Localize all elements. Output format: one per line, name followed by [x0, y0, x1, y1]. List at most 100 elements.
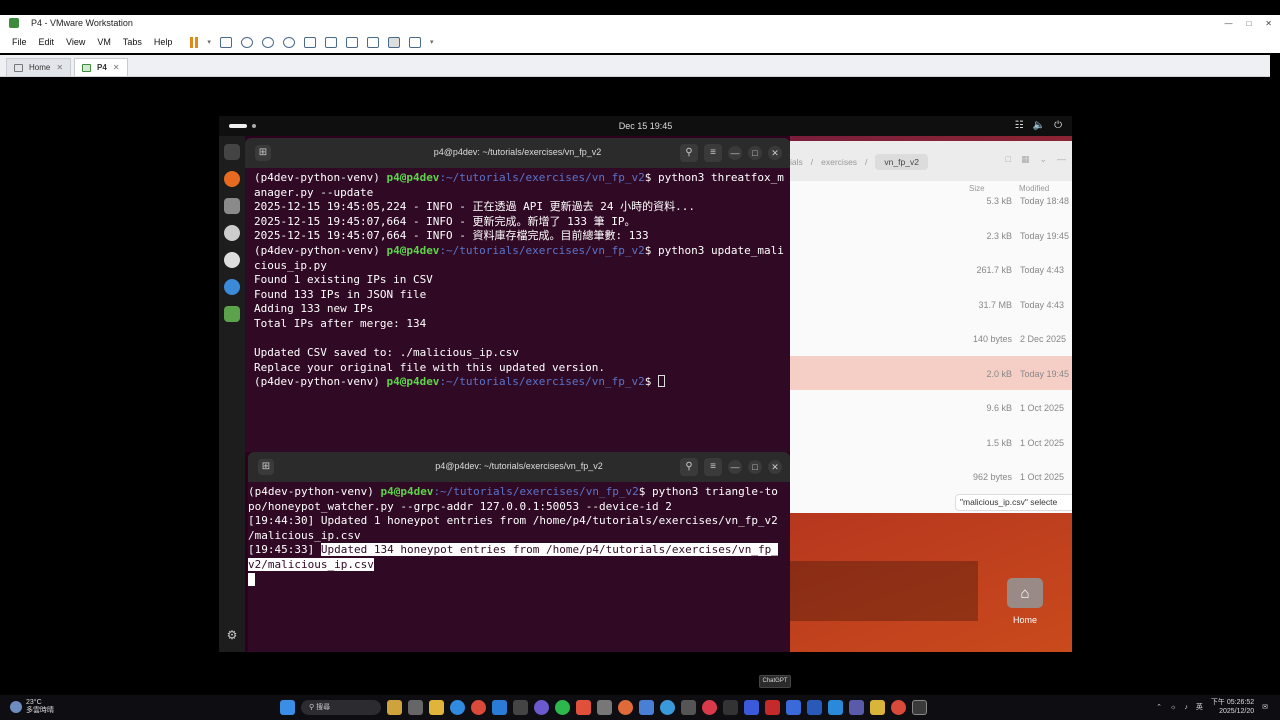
terminal-window-2[interactable]: ⊞ p4@p4dev: ~/tutorials/exercises/vn_fp_…	[248, 452, 790, 652]
files-window[interactable]: ials / exercises / vn_fp_v2 □ ▦ ⌄ — Size…	[790, 141, 1072, 513]
close-icon[interactable]: ✕	[768, 146, 782, 160]
tab-home[interactable]: Home ✕	[6, 58, 72, 76]
close-icon[interactable]: ✕	[1265, 19, 1272, 28]
app-icon[interactable]	[639, 700, 654, 715]
menu-vm[interactable]: VM	[97, 37, 111, 47]
file-row[interactable]: 2.3 kB Today 19:45	[790, 218, 1072, 252]
menu-view[interactable]: View	[66, 37, 85, 47]
menu-icon[interactable]: ≡	[704, 144, 722, 162]
task-view-icon[interactable]	[408, 700, 423, 715]
new-folder-icon[interactable]: □	[1006, 154, 1011, 165]
discord-icon[interactable]	[534, 700, 549, 715]
file-row[interactable]: 31.7 MB Today 4:43	[790, 287, 1072, 321]
notion-icon[interactable]	[723, 700, 738, 715]
chevron-down-icon[interactable]: ▾	[207, 38, 211, 46]
breadcrumb-exercises[interactable]: exercises	[821, 157, 857, 167]
search-icon[interactable]: ⚲	[680, 458, 698, 476]
app-icon[interactable]	[765, 700, 780, 715]
chevron-down-icon[interactable]: ⌄	[1039, 154, 1047, 165]
close-icon[interactable]: ✕	[768, 460, 782, 474]
app-icon[interactable]	[828, 700, 843, 715]
line-icon[interactable]	[555, 700, 570, 715]
chrome-icon[interactable]	[471, 700, 486, 715]
brave-icon[interactable]	[576, 700, 591, 715]
file-row[interactable]: 2.0 kB Today 19:45	[790, 355, 1072, 390]
wifi-icon[interactable]: ☼	[1170, 704, 1176, 711]
file-row[interactable]: 9.6 kB 1 Oct 2025	[790, 390, 1072, 424]
maximize-icon[interactable]: □	[748, 146, 762, 160]
maximize-icon[interactable]: □	[748, 460, 762, 474]
terminal-window-1[interactable]: ⊞ p4@p4dev: ~/tutorials/exercises/vn_fp_…	[245, 138, 790, 452]
menu-file[interactable]: File	[12, 37, 27, 47]
breadcrumb-tutorials[interactable]: ials	[790, 157, 803, 167]
app-icon[interactable]	[807, 700, 822, 715]
home-folder-icon[interactable]: ⌂	[1007, 578, 1043, 608]
topbar-clock[interactable]: Dec 15 19:45	[219, 121, 1072, 131]
start-icon[interactable]	[280, 700, 295, 715]
chevron-up-icon[interactable]: ⌃	[1156, 703, 1162, 711]
firefox-icon[interactable]	[618, 700, 633, 715]
selected-text[interactable]: v2/malicious_ip.csv	[248, 557, 374, 571]
trash-icon[interactable]	[224, 306, 240, 322]
app-icon[interactable]	[891, 700, 906, 715]
chatgpt-icon[interactable]	[681, 700, 696, 715]
app-icon[interactable]	[660, 700, 675, 715]
stretch-guest-icon[interactable]	[408, 36, 421, 48]
notification-icon[interactable]: ✉	[1262, 703, 1268, 711]
close-tab-icon[interactable]: ✕	[56, 63, 63, 72]
file-row[interactable]: 140 bytes 2 Dec 2025	[790, 321, 1072, 355]
volume-icon[interactable]: ♪	[1184, 704, 1188, 711]
guest-display[interactable]: Dec 15 19:45 ☷ 🔈 ⏻ ⚙ ials / exercises / …	[219, 116, 1072, 652]
app-icon[interactable]	[744, 700, 759, 715]
pause-icon[interactable]	[190, 36, 199, 48]
minimize-icon[interactable]: —	[1057, 154, 1066, 165]
rhythmbox-icon[interactable]	[224, 225, 240, 241]
file-row[interactable]: 962 bytes 1 Oct 2025	[790, 459, 1072, 493]
edge-icon[interactable]	[450, 700, 465, 715]
breadcrumb-current[interactable]: vn_fp_v2	[875, 154, 928, 170]
minimize-icon[interactable]: —	[1224, 19, 1232, 28]
full-screen-icon[interactable]	[345, 36, 358, 48]
app-icon[interactable]	[870, 700, 885, 715]
file-row[interactable]: 1.5 kB 1 Oct 2025	[790, 425, 1072, 459]
files-icon[interactable]	[224, 198, 240, 214]
language-indicator[interactable]: 英	[1196, 702, 1203, 712]
close-tab-icon[interactable]: ✕	[113, 63, 120, 72]
show-library-icon[interactable]	[303, 36, 316, 48]
firefox-icon[interactable]	[224, 171, 240, 187]
terminal-2-output[interactable]: (p4dev-python-venv) p4@p4dev:~/tutorials…	[248, 482, 790, 588]
widgets-icon[interactable]	[387, 700, 402, 715]
snapshot-icon[interactable]	[240, 36, 253, 48]
weather-widget[interactable]: 23°C 多雲時晴	[10, 699, 54, 715]
menu-help[interactable]: Help	[154, 37, 173, 47]
terminal-1-output[interactable]: (p4dev-python-venv) p4@p4dev:~/tutorials…	[245, 168, 790, 390]
terminal-icon[interactable]	[224, 144, 240, 160]
help-icon[interactable]	[224, 279, 240, 295]
taskbar-clock[interactable]: 下午 05:26:52 2025/12/20	[1211, 698, 1254, 716]
menu-icon[interactable]: ≡	[704, 458, 722, 476]
send-keys-icon[interactable]	[219, 36, 232, 48]
minimize-icon[interactable]: —	[728, 146, 742, 160]
file-explorer-icon[interactable]	[429, 700, 444, 715]
snapshot-manager-icon[interactable]	[282, 36, 295, 48]
app-icon[interactable]	[513, 700, 528, 715]
console-view-icon[interactable]	[387, 36, 400, 48]
file-row[interactable]: 261.7 kB Today 4:43	[790, 252, 1072, 286]
app-icon[interactable]	[597, 700, 612, 715]
maximize-icon[interactable]: □	[1246, 19, 1251, 28]
menu-tabs[interactable]: Tabs	[123, 37, 142, 47]
system-tray[interactable]: ☷ 🔈 ⏻	[1015, 120, 1062, 131]
revert-snapshot-icon[interactable]	[261, 36, 274, 48]
minimize-icon[interactable]: —	[728, 460, 742, 474]
steam-icon[interactable]	[786, 700, 801, 715]
app-center-icon[interactable]	[224, 252, 240, 268]
unity-icon[interactable]	[366, 36, 379, 48]
app-icon[interactable]	[702, 700, 717, 715]
taskbar-search[interactable]: ⚲ 搜尋	[301, 700, 381, 715]
view-grid-icon[interactable]: ▦	[1021, 154, 1030, 165]
thumbnail-bar-icon[interactable]	[324, 36, 337, 48]
selected-text[interactable]: Updated 134 honeypot entries from /home/…	[320, 543, 778, 557]
app-icon[interactable]	[849, 700, 864, 715]
vscode-icon[interactable]	[492, 700, 507, 715]
vmware-icon[interactable]	[912, 700, 927, 715]
